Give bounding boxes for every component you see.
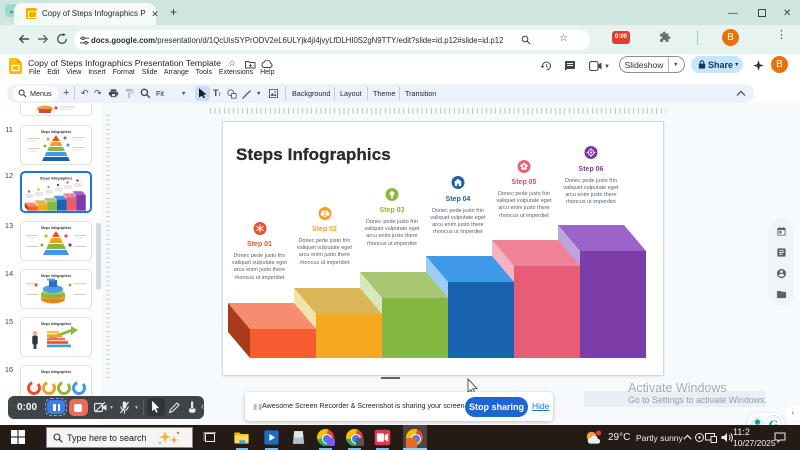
svg-text:Steps Infographics: Steps Infographics: [41, 130, 72, 134]
svg-text:Steps Infographics: Steps Infographics: [41, 226, 72, 230]
svg-text:Steps Infographics: Steps Infographics: [41, 274, 72, 278]
svg-text:Steps Infographics: Steps Infographics: [41, 370, 72, 374]
svg-text:Steps Infographics: Steps Infographics: [40, 177, 72, 181]
svg-text:Steps Infographics: Steps Infographics: [41, 322, 72, 326]
